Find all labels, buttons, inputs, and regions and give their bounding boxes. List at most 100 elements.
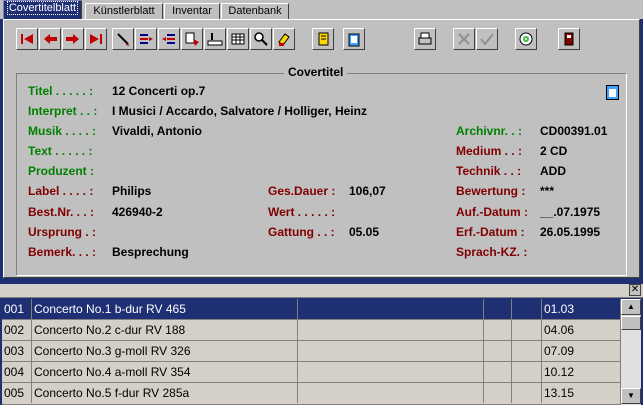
exit-button[interactable] bbox=[558, 28, 580, 50]
track-col-empty bbox=[512, 320, 542, 340]
text-label: Text . . . . . : bbox=[28, 144, 93, 158]
list-header: ✕ bbox=[0, 284, 643, 298]
bemerk-value[interactable]: Besprechung bbox=[112, 245, 189, 259]
exit-icon bbox=[564, 32, 574, 46]
cancel-icon bbox=[458, 33, 470, 45]
confirm-icon bbox=[480, 33, 494, 46]
track-list: 001 Concerto No.1 b-dur RV 465 01.03 002… bbox=[2, 299, 620, 405]
tab-covertitelblatt[interactable]: Covertitelblatt bbox=[3, 0, 82, 19]
label-label: Label . . . . : bbox=[28, 184, 94, 198]
technik-value[interactable]: ADD bbox=[540, 164, 566, 178]
track-col-empty bbox=[298, 299, 484, 319]
archivnr-value[interactable]: CD00391.01 bbox=[540, 124, 607, 138]
bewertung-label: Bewertung : bbox=[456, 184, 526, 198]
musik-label: Musik . . . . : bbox=[28, 124, 97, 138]
cd-icon bbox=[519, 32, 533, 46]
produzent-label: Produzent : bbox=[28, 164, 94, 178]
track-number: 001 bbox=[2, 299, 32, 319]
insert-record-icon bbox=[140, 34, 153, 44]
aufdatum-value[interactable]: __.07.1975 bbox=[540, 205, 600, 219]
tab-kuenstlerblatt[interactable]: Künstlerblatt bbox=[85, 3, 163, 19]
last-record-icon bbox=[90, 34, 102, 44]
wert-label: Wert . . . . . : bbox=[268, 205, 336, 219]
gattung-value[interactable]: 05.05 bbox=[349, 225, 379, 239]
first-record-icon bbox=[21, 34, 33, 44]
scroll-up-button[interactable]: ▲ bbox=[621, 299, 641, 315]
track-number: 005 bbox=[2, 383, 32, 403]
confirm-button[interactable] bbox=[476, 28, 498, 50]
track-time: 10.12 bbox=[544, 365, 575, 379]
table-row[interactable]: 001 Concerto No.1 b-dur RV 465 01.03 bbox=[2, 299, 620, 320]
cd-button[interactable] bbox=[515, 28, 537, 50]
first-record-button[interactable] bbox=[16, 28, 38, 50]
track-col-empty bbox=[484, 299, 512, 319]
track-time: 01.03 bbox=[544, 302, 575, 316]
tab-datenbank[interactable]: Datenbank bbox=[221, 3, 289, 19]
track-number: 002 bbox=[2, 320, 32, 340]
track-time: 13.15 bbox=[544, 386, 575, 400]
erfdatum-value[interactable]: 26.05.1995 bbox=[540, 225, 600, 239]
medium-label: Medium . . : bbox=[456, 144, 522, 158]
tab-inventar[interactable]: Inventar bbox=[164, 3, 220, 19]
table-row[interactable]: 002 Concerto No.2 c-dur RV 188 04.06 bbox=[2, 320, 620, 341]
id-number-button[interactable] bbox=[204, 28, 226, 50]
toolbar bbox=[10, 24, 630, 54]
table-row[interactable]: 004 Concerto No.4 a-moll RV 354 10.12 bbox=[2, 362, 620, 383]
search-button[interactable] bbox=[250, 28, 272, 50]
label-value[interactable]: Philips bbox=[112, 184, 151, 198]
table-row[interactable]: 005 Concerto No.5 f-dur RV 285a 13.15 bbox=[2, 383, 620, 405]
notes-indicator-icon[interactable] bbox=[606, 85, 619, 100]
interpret-label: Interpret . . : bbox=[28, 104, 98, 118]
archivnr-label: Archivnr. . : bbox=[456, 124, 523, 138]
track-col-empty bbox=[484, 383, 512, 403]
arrow-up-icon: ▲ bbox=[627, 302, 635, 311]
filter-button[interactable] bbox=[273, 28, 295, 50]
track-col-empty bbox=[298, 341, 484, 361]
track-col-empty bbox=[512, 362, 542, 382]
delete-record-icon bbox=[162, 34, 175, 44]
scroll-down-button[interactable]: ▼ bbox=[621, 388, 641, 404]
scroll-thumb[interactable] bbox=[621, 316, 641, 330]
vertical-scrollbar[interactable]: ▲ ▼ bbox=[620, 299, 641, 405]
notes-button[interactable] bbox=[343, 28, 365, 50]
sprachkz-label: Sprach-KZ. : bbox=[456, 245, 528, 259]
bewertung-value[interactable]: *** bbox=[540, 184, 554, 198]
scroll-report-icon bbox=[318, 32, 329, 46]
next-record-icon bbox=[66, 34, 79, 44]
table-row[interactable]: 003 Concerto No.3 g-moll RV 326 07.09 bbox=[2, 341, 620, 362]
filter-icon bbox=[278, 33, 290, 46]
cancel-button[interactable] bbox=[453, 28, 475, 50]
arrow-down-icon: ▼ bbox=[627, 391, 635, 400]
gesdauer-label: Ges.Dauer : bbox=[268, 184, 336, 198]
gesdauer-value[interactable]: 106,07 bbox=[349, 184, 386, 198]
erfdatum-label: Erf.-Datum : bbox=[456, 225, 525, 239]
track-col-empty bbox=[298, 362, 484, 382]
bestnr-label: Best.Nr. . . : bbox=[28, 205, 95, 219]
main-frame: Covertitel Titel . . . . . : 12 Concerti… bbox=[3, 19, 640, 278]
track-col-empty bbox=[512, 341, 542, 361]
musik-value[interactable]: Vivaldi, Antonio bbox=[112, 124, 202, 138]
track-col-empty bbox=[484, 320, 512, 340]
interpret-value[interactable]: I Musici / Accardo, Salvatore / Holliger… bbox=[112, 104, 367, 118]
panel-title: Covertitel bbox=[284, 65, 348, 79]
table-view-button[interactable] bbox=[227, 28, 249, 50]
track-col-empty bbox=[512, 383, 542, 403]
copy-record-button[interactable] bbox=[181, 28, 203, 50]
bestnr-value[interactable]: 426940-2 bbox=[112, 205, 163, 219]
track-number: 003 bbox=[2, 341, 32, 361]
track-col-empty bbox=[298, 383, 484, 403]
print-button[interactable] bbox=[414, 28, 436, 50]
close-list-button[interactable]: ✕ bbox=[629, 284, 641, 296]
medium-value[interactable]: 2 CD bbox=[540, 144, 567, 158]
gattung-label: Gattung . . : bbox=[268, 225, 335, 239]
prev-record-button[interactable] bbox=[39, 28, 61, 50]
insert-record-button[interactable] bbox=[135, 28, 157, 50]
edit-button[interactable] bbox=[112, 28, 134, 50]
track-col-empty bbox=[484, 362, 512, 382]
next-record-button[interactable] bbox=[62, 28, 84, 50]
track-col-empty bbox=[298, 320, 484, 340]
titel-value[interactable]: 12 Concerti op.7 bbox=[112, 84, 205, 98]
last-record-button[interactable] bbox=[85, 28, 107, 50]
scroll-report-button[interactable] bbox=[312, 28, 334, 50]
delete-record-button[interactable] bbox=[158, 28, 180, 50]
